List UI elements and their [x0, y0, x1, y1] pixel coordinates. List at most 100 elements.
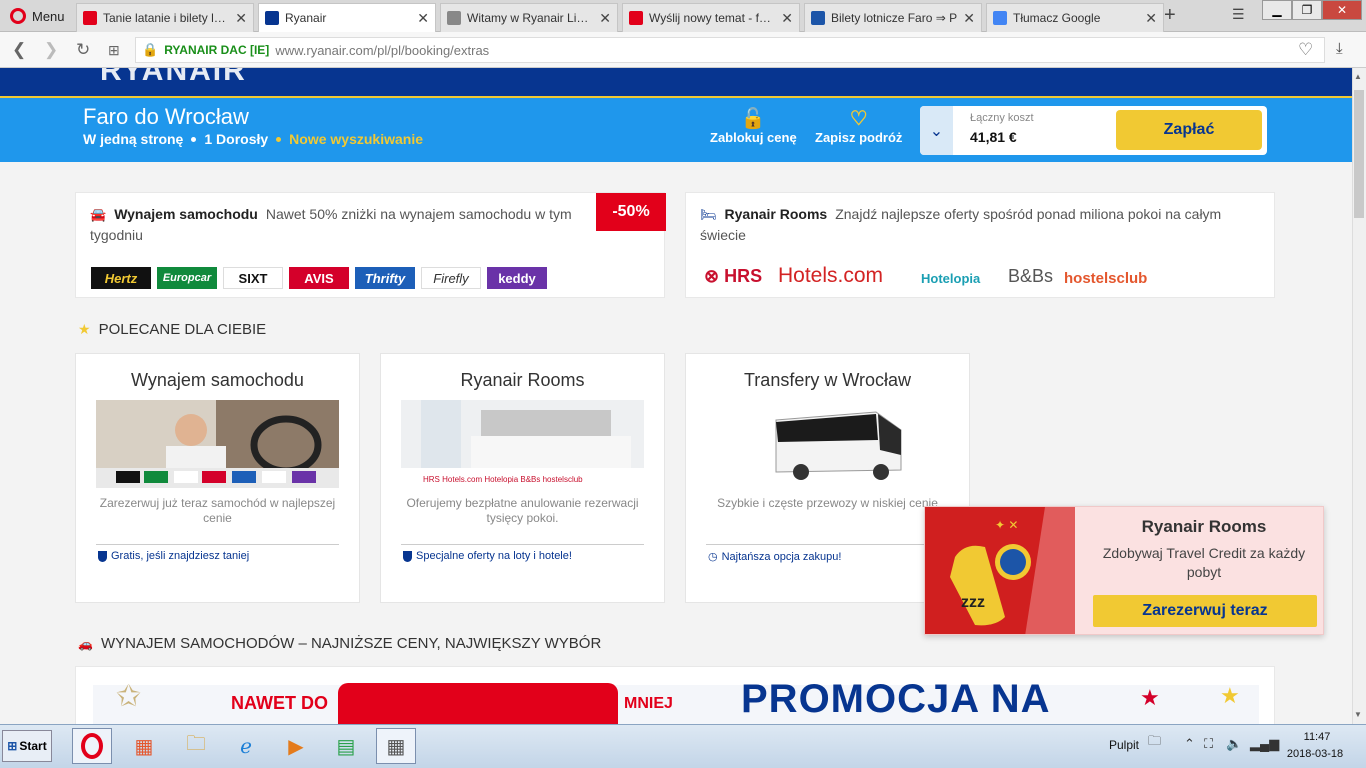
- rooms-credit-popup[interactable]: zzz ✦ ✕ Ryanair Rooms Zdobywaj Travel Cr…: [924, 506, 1324, 635]
- taskbar-opera[interactable]: [72, 728, 112, 764]
- popup-description: Zdobywaj Travel Credit za każdy pobyt: [1102, 545, 1306, 580]
- page-content: RYANAIR Faro do Wrocław W jedną stronę 1…: [0, 68, 1352, 724]
- hotelopia-logo: Hotelopia: [921, 271, 981, 286]
- maximize-icon[interactable]: ❐: [1292, 0, 1322, 20]
- url-field[interactable]: 🔒 RYANAIR DAC [IE] www.ryanair.com/pl/pl…: [135, 37, 1325, 63]
- door-hanger-sleep-icon: zzz ✦ ✕: [925, 507, 1075, 634]
- taskbar-explorer[interactable]: 🗀: [176, 728, 216, 764]
- pay-button[interactable]: Zapłać: [1116, 110, 1262, 150]
- popup-title: Ryanair Rooms: [1141, 517, 1267, 536]
- bed-icon: 🛏: [700, 207, 717, 222]
- ryanair-logo[interactable]: RYANAIR: [100, 68, 247, 88]
- browser-tab-2[interactable]: Ryanair ✕: [258, 3, 436, 32]
- banner-less-text: MNIEJ: [624, 695, 673, 712]
- start-button[interactable]: ⊞ Start: [2, 730, 52, 762]
- car-icon: 🚗: [78, 636, 93, 651]
- feature-text: Najtańsza opcja zakupu!: [721, 550, 842, 563]
- card-feature: Gratis, jeśli znajdziesz taniej: [98, 550, 249, 562]
- taskbar-calc-sheet[interactable]: ▤: [326, 728, 366, 764]
- minimize-icon[interactable]: ▁: [1262, 0, 1292, 20]
- clock-date[interactable]: 2018-03-18: [1280, 748, 1350, 760]
- car-rental-promo-card[interactable]: 🚘 Wynajem samochodu Nawet 50% zniżki na wy…: [75, 192, 666, 298]
- book-now-button[interactable]: Zarezerwuj teraz: [1093, 595, 1317, 627]
- clock-icon: ◷: [708, 551, 718, 563]
- browser-tab-6[interactable]: Tłumacz Google ✕: [986, 3, 1164, 32]
- page-favicon-icon: [447, 11, 461, 25]
- folder-icon: 🗀: [186, 733, 206, 755]
- desktop-folder-icon[interactable]: 🗀: [1148, 732, 1161, 754]
- new-search-link[interactable]: Nowe wyszukiwanie: [289, 131, 423, 147]
- lock-price-button[interactable]: 🔓 Zablokuj cenę: [710, 106, 797, 145]
- section-title-text: WYNAJEM SAMOCHODÓW – NAJNIŻSZE CENY, NAJ…: [100, 635, 602, 652]
- url-text: www.ryanair.com/pl/pl/booking/extras: [275, 42, 490, 58]
- save-trip-label: Zapisz podróż: [815, 130, 903, 145]
- tab-menu-icon[interactable]: ☰: [1232, 6, 1245, 23]
- tab-close-icon[interactable]: ✕: [417, 10, 429, 27]
- tray-expand-icon[interactable]: ⌃: [1184, 736, 1195, 752]
- tab-close-icon[interactable]: ✕: [963, 10, 975, 27]
- network-icon[interactable]: ⛶: [1204, 736, 1213, 752]
- close-window-icon[interactable]: ✕: [1322, 0, 1362, 20]
- speed-dial-icon[interactable]: ⊞: [108, 42, 120, 59]
- separator-dot: [191, 136, 197, 142]
- banner-percentage-shape: [338, 683, 618, 724]
- red-star-icon: ★: [1140, 685, 1160, 710]
- forward-icon[interactable]: ❯: [44, 40, 58, 60]
- padlock-icon: 🔓: [740, 108, 766, 130]
- ryanair-rooms-promo-card[interactable]: 🛏 Ryanair Rooms Znajdź najlepsze oferty sp…: [685, 192, 1275, 298]
- taskbar-calculator[interactable]: ▦: [376, 728, 416, 764]
- recommended-card-rooms[interactable]: Ryanair Rooms HRS Hotels.com Hotelopia B…: [380, 353, 665, 603]
- hotel-room-image: HRS Hotels.com Hotelopia B&Bs hostelsclu…: [401, 400, 644, 488]
- scroll-up-icon[interactable]: ▲: [1354, 72, 1362, 81]
- scrollbar-thumb[interactable]: [1354, 90, 1364, 218]
- browser-tab-3[interactable]: Witamy w Ryanair Live Chat ✕: [440, 3, 618, 32]
- sixt-logo: SIXT: [223, 267, 283, 289]
- browser-tab-5[interactable]: Bilety lotnicze Faro ⇒ P ✕: [804, 3, 982, 32]
- taskbar-app-2[interactable]: ▦: [124, 728, 164, 764]
- shield-icon: [98, 550, 107, 562]
- shield-icon: [403, 550, 412, 562]
- tab-close-icon[interactable]: ✕: [599, 10, 611, 27]
- europcar-logo: Europcar: [157, 267, 217, 289]
- card-description: Zarezerwuj już teraz samochód w najlepsz…: [99, 496, 336, 525]
- recommended-card-car[interactable]: Wynajem samochodu Zarezerwuj już teraz s…: [75, 353, 360, 603]
- tab-close-icon[interactable]: ✕: [235, 10, 247, 27]
- save-trip-button[interactable]: ♡ Zapisz podróż: [815, 106, 902, 145]
- car-rental-banner[interactable]: ✩ NAWET DO MNIEJ PROMOCJA NA ★ ★: [75, 666, 1275, 724]
- tab-title: Tanie latanie i bilety lotnicze: [103, 11, 230, 25]
- taskbar-media[interactable]: ▶: [276, 728, 316, 764]
- card-description: Oferujemy bezpłatne anulowanie rezerwacj…: [406, 496, 639, 525]
- menu-label: Menu: [32, 8, 65, 24]
- hostelsclub-logo: hostelsclub: [1064, 270, 1148, 287]
- feature-text: Gratis, jeśli znajdziesz taniej: [111, 550, 250, 562]
- card-title: Wynajem samochodu: [114, 206, 258, 222]
- scroll-down-icon[interactable]: ▼: [1354, 710, 1362, 719]
- new-tab-button[interactable]: +: [1164, 4, 1176, 27]
- chevron-down-icon[interactable]: ⌄: [920, 106, 953, 155]
- card-title: Transfery w Wrocław: [743, 370, 912, 390]
- volume-icon[interactable]: 🔈: [1226, 736, 1242, 752]
- desktop-toolbar-label[interactable]: Pulpit: [1109, 738, 1139, 752]
- browser-tab-4[interactable]: Wyślij nowy temat - forum ✕: [622, 3, 800, 32]
- section-title-text: POLECANE DLA CIEBIE: [98, 321, 267, 338]
- browser-tab-1[interactable]: Tanie latanie i bilety lotnicze ✕: [76, 3, 254, 32]
- clock-time[interactable]: 11:47: [1297, 731, 1337, 743]
- signal-icon[interactable]: ▂▄▆: [1250, 736, 1279, 752]
- feature-text: Specjalne oferty na loty i hotele!: [416, 550, 572, 562]
- reload-icon[interactable]: ↻: [76, 40, 90, 60]
- download-icon[interactable]: ⤓: [1336, 40, 1343, 57]
- bus-image: [706, 400, 949, 488]
- back-icon[interactable]: ❮: [12, 40, 26, 60]
- tab-title: Wyślij nowy temat - forum: [649, 11, 776, 25]
- opera-menu-button[interactable]: Menu: [0, 0, 70, 32]
- hotelscom-logo: Hotels.com: [778, 264, 884, 287]
- hrs-logo: ⊗ HRS: [704, 266, 763, 286]
- bookmark-heart-icon[interactable]: ♡: [1298, 40, 1313, 60]
- start-label: Start: [19, 739, 47, 753]
- tab-close-icon[interactable]: ✕: [1145, 10, 1157, 27]
- opera-logo-icon: [10, 8, 26, 24]
- tab-close-icon[interactable]: ✕: [781, 10, 793, 27]
- keddy-logo: keddy: [487, 267, 547, 289]
- taskbar-ie[interactable]: ℯ: [226, 728, 266, 764]
- recommended-section-title: ★ POLECANE DLA CIEBIE: [78, 321, 266, 338]
